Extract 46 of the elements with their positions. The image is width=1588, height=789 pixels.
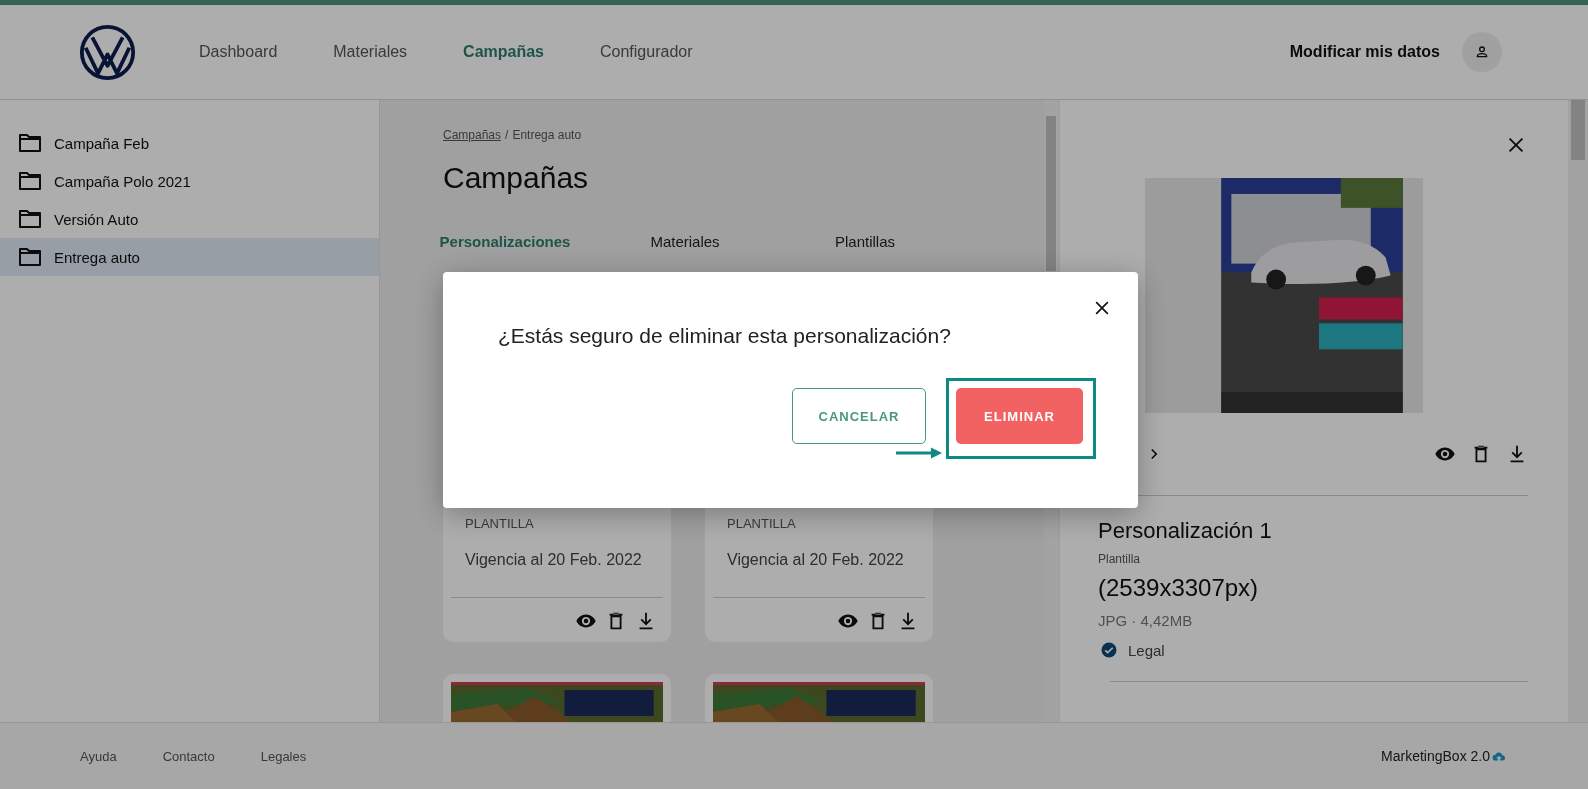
nav-link[interactable]: Configurador [600, 43, 693, 61]
nav-link[interactable]: Materiales [333, 43, 408, 61]
folder-item[interactable]: Entrega auto [0, 238, 379, 276]
footer-link[interactable]: Contacto [162, 748, 215, 764]
tab[interactable]: Materiales [595, 232, 775, 250]
folder-icon [18, 209, 42, 229]
folder-icon [18, 133, 42, 153]
arrow [896, 447, 942, 459]
folder-label: Entrega auto [54, 248, 140, 266]
folder-item[interactable]: Campaña Feb [0, 124, 379, 162]
footer-link[interactable]: Legales [260, 748, 307, 764]
cloud-icon [1492, 750, 1506, 762]
nav-link[interactable]: Campañas [463, 43, 544, 61]
file-info: JPG · 4,42MB [1098, 612, 1194, 629]
page-title: Campañas [443, 161, 590, 195]
logo-icon[interactable] [79, 23, 136, 81]
cancel-button[interactable]: CANCELAR [792, 388, 926, 444]
brand-name: MarketingBox 2.0 [1381, 748, 1490, 764]
delete-button[interactable]: ELIMINAR [956, 388, 1083, 444]
folder-icon [18, 247, 42, 267]
tab[interactable]: Plantillas [775, 232, 955, 250]
detail-dimensions: (2539x3307px) [1098, 574, 1260, 602]
avatar-button[interactable] [1462, 32, 1502, 72]
folder-label: Campaña Polo 2021 [54, 172, 191, 190]
detail-subtitle: Plantilla [1098, 552, 1142, 566]
breadcrumb-separator: / [505, 127, 509, 143]
card-type: PLANTILLA [464, 516, 535, 531]
profile-link[interactable]: Modificar mis datos [1289, 43, 1440, 61]
card-type: PLANTILLA [726, 516, 797, 531]
folder-item[interactable]: Versión Auto [0, 200, 379, 238]
card-validity: Vigencia al 20 Feb. 2022 [726, 551, 905, 569]
user-icon [1474, 44, 1490, 60]
folder-item[interactable]: Campaña Polo 2021 [0, 162, 379, 200]
breadcrumb-link[interactable]: Campañas [443, 127, 502, 143]
legal-label: Legal [1128, 641, 1165, 659]
folder-icon [18, 171, 42, 191]
breadcrumb-current: Entrega auto [512, 127, 582, 143]
tab[interactable]: Personalizaciones [415, 232, 595, 250]
dialog-message: ¿Estás seguro de eliminar esta personalización? [498, 323, 952, 349]
scrollbar[interactable] [1568, 100, 1588, 722]
detail-title: Personalización 1 [1098, 518, 1273, 544]
folder-label: Campaña Feb [54, 134, 150, 152]
nav-link[interactable]: Dashboard [199, 43, 278, 61]
folder-label: Versión Auto [54, 210, 139, 228]
card-validity: Vigencia al 20 Feb. 2022 [464, 551, 643, 569]
footer-link[interactable]: Ayuda [80, 748, 117, 764]
